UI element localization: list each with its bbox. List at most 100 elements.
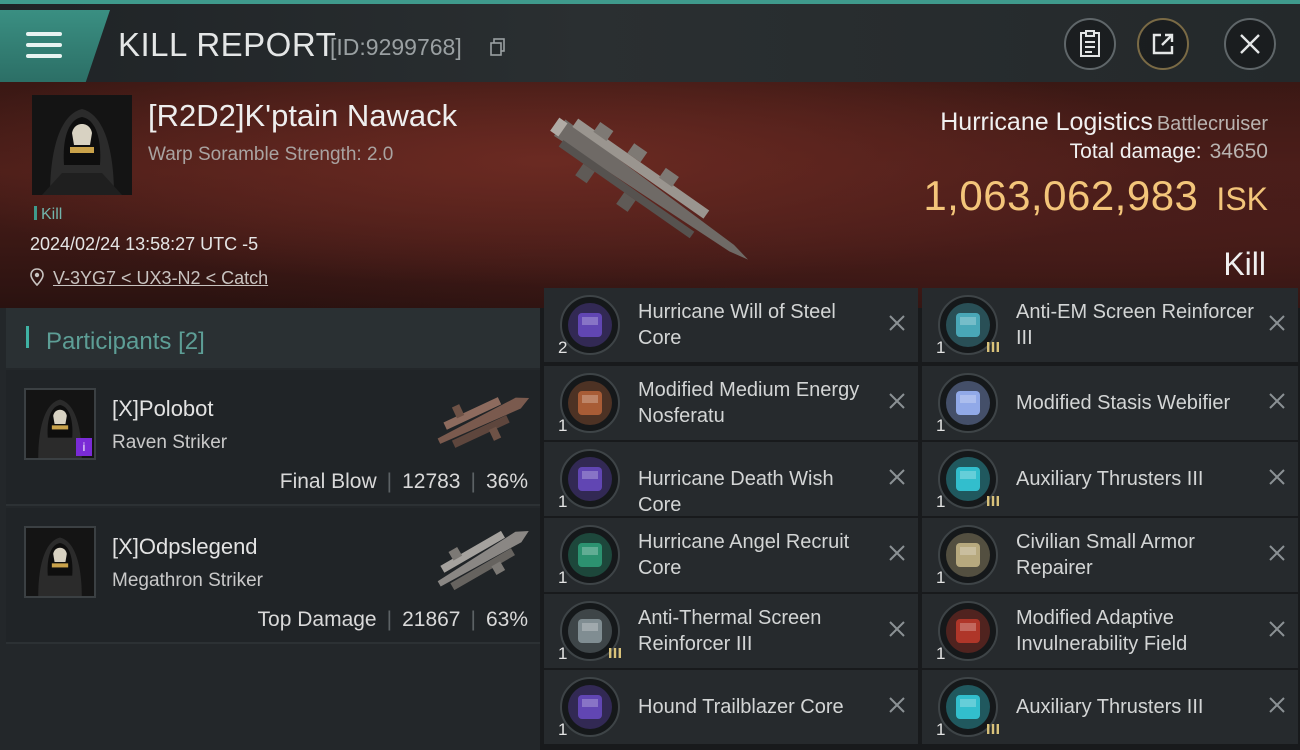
clipboard-icon (1080, 30, 1100, 57)
menu-button[interactable] (0, 10, 110, 82)
participant-damage: 21867 (402, 608, 461, 631)
destroyed-x-icon (1269, 315, 1285, 331)
clipboard-button[interactable] (1064, 18, 1116, 70)
module-item[interactable]: 1 Modified Medium Energy Nosferatu (544, 366, 918, 440)
module-quantity: 1 (558, 416, 568, 435)
module-name: Hound Trailblazer Core (638, 696, 844, 718)
copy-icon[interactable] (490, 38, 506, 56)
module-quantity: 2 (558, 338, 568, 357)
kill-tag: Kill (34, 206, 62, 224)
close-icon (1240, 34, 1260, 54)
participant-ship-image (437, 530, 529, 591)
share-button[interactable] (1137, 18, 1189, 70)
invulnerability-field-icon (938, 601, 998, 661)
core-icon (560, 295, 620, 355)
module-quantity: 1 (936, 416, 946, 435)
page-title: KILL REPORT (118, 26, 337, 63)
module-quantity: 1 (936, 568, 946, 587)
core-icon (560, 449, 620, 509)
armor-repairer-icon (938, 525, 998, 585)
victim-ship-class: Battlecruiser (1156, 113, 1268, 135)
victim-ship[interactable]: Hurricane Logistics Battlecruiser (940, 108, 1268, 137)
module-name: Anti-Thermal Screen Reinforcer III (638, 607, 822, 655)
participant-name[interactable]: [X]Polobot (112, 396, 214, 422)
participant-ship: Raven Striker (112, 432, 228, 453)
participant-row[interactable]: i [X]Polobot Raven Striker Final Blow | 12… (6, 370, 540, 506)
isk-amount: 1,063,062,983 (923, 172, 1199, 219)
destroyed-x-icon (1269, 393, 1285, 409)
participants-header: Participants [2] (6, 308, 540, 368)
tier-badge-icon (608, 646, 622, 658)
report-id: [ID:9299768] (330, 34, 462, 60)
participant-ship: Megathron Striker (112, 570, 264, 591)
victim-pilot-name[interactable]: [R2D2]K'ptain Nawack (148, 98, 457, 134)
module-item[interactable]: 1 Hurricane Angel Recruit Core (544, 518, 918, 592)
module-quantity: 1 (558, 492, 568, 511)
module-name: Hurricane Will of Steel Core (638, 301, 836, 349)
victim-avatar[interactable] (32, 95, 132, 195)
participant-name[interactable]: [X]Odpslegend (112, 534, 258, 560)
victim-ship-image (550, 117, 749, 260)
participant-percent: 36% (485, 470, 528, 493)
participant-avatar[interactable]: i (24, 388, 96, 460)
module-name: Anti-EM Screen Reinforcer III (1016, 301, 1254, 349)
destroyed-x-icon (889, 621, 905, 637)
webifier-icon (938, 373, 998, 433)
participants-label: Participants (46, 328, 172, 355)
participant-row[interactable]: [X]Odpslegend Megathron Striker Top Dama… (6, 508, 540, 644)
title-bar: KILL REPORT [ID:9299768] (0, 4, 1300, 82)
participant-role: Top Damage (257, 608, 377, 631)
participant-stats: Final Blow | 12783 | 36% (279, 470, 528, 493)
module-item[interactable]: 2 Hurricane Will of Steel Core (544, 288, 918, 362)
participant-stats: Top Damage | 21867 | 63% (257, 608, 528, 631)
location-pin-icon (30, 268, 44, 286)
warp-scramble-strength: Warp Soramble Strength: 2.0 (148, 144, 394, 165)
kill-datetime: 2024/02/24 13:58:27 UTC -5 (30, 234, 259, 254)
module-name: Auxiliary Thrusters III (1016, 696, 1204, 718)
core-icon (560, 525, 620, 585)
module-quantity: 1 (936, 644, 946, 663)
destroyed-x-icon (1269, 621, 1285, 637)
module-quantity: 1 (936, 338, 946, 357)
participant-ship-image (437, 397, 530, 448)
kill-location-link[interactable]: V-3YG7 < UX3-N2 < Catch (53, 268, 268, 289)
participant-damage: 12783 (402, 470, 461, 493)
module-item[interactable]: 1 Auxiliary Thrusters III (922, 670, 1298, 744)
destroyed-x-icon (1269, 697, 1285, 713)
share-icon (1152, 33, 1174, 55)
module-quantity: 1 (936, 720, 946, 739)
module-quantity: 1 (558, 568, 568, 587)
destroyed-x-icon (889, 545, 905, 561)
total-damage-label: Total damage: (1069, 140, 1202, 163)
module-item[interactable]: 1 Hurricane Death Wish Core (544, 442, 918, 516)
nosferatu-icon (560, 373, 620, 433)
hamburger-menu-icon (26, 32, 62, 60)
destroyed-x-icon (1269, 469, 1285, 485)
module-name: Modified Stasis Webifier (1016, 392, 1231, 414)
module-name: Auxiliary Thrusters III (1016, 468, 1204, 490)
isk-unit: ISK (1216, 181, 1268, 217)
module-name: Hurricane Angel Recruit Core (638, 531, 850, 579)
module-item[interactable]: 1 Auxiliary Thrusters III (922, 442, 1298, 516)
module-quantity: 1 (558, 720, 568, 739)
destroyed-x-icon (889, 315, 905, 331)
destroyed-x-icon (889, 469, 905, 485)
participant-avatar[interactable] (24, 526, 96, 598)
core-icon (560, 677, 620, 737)
module-item[interactable]: 1 Anti-Thermal Screen Reinforcer III (544, 594, 918, 668)
module-item[interactable]: 1 Modified Stasis Webifier (922, 366, 1298, 440)
module-item[interactable]: 1 Hound Trailblazer Core (544, 670, 918, 744)
close-button[interactable] (1224, 18, 1276, 70)
tier-badge-icon (986, 494, 1000, 506)
info-badge-icon: i (76, 438, 92, 456)
isk-value: 1,063,062,983 ISK (923, 172, 1268, 220)
module-item[interactable]: 1 Anti-EM Screen Reinforcer III (922, 288, 1298, 362)
victim-ship-name: Hurricane Logistics (940, 108, 1153, 136)
result-label: Kill (1223, 246, 1266, 282)
module-name: Civilian Small Armor Repairer (1016, 531, 1195, 579)
participant-percent: 63% (485, 608, 528, 631)
participants-count: [2] (178, 328, 205, 355)
destroyed-x-icon (1269, 545, 1285, 561)
module-item[interactable]: 1 Modified Adaptive Invulnerability Field (922, 594, 1298, 668)
module-item[interactable]: 1 Civilian Small Armor Repairer (922, 518, 1298, 592)
